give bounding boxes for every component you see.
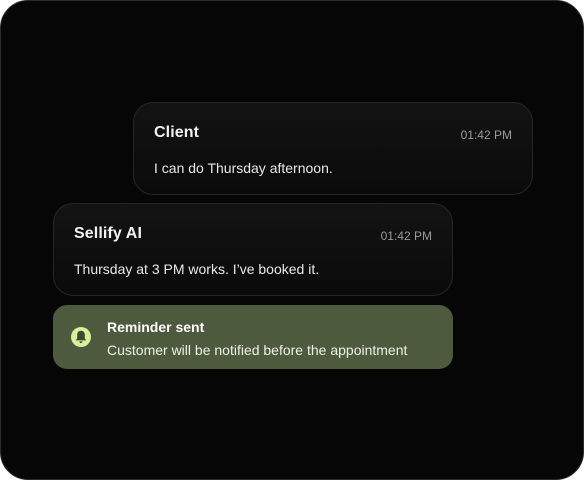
bell-icon	[71, 327, 91, 347]
message-timestamp: 01:42 PM	[460, 128, 512, 142]
reminder-notification: Reminder sent Customer will be notified …	[53, 305, 453, 369]
message-bubble-client: Client 01:42 PM I can do Thursday aftern…	[133, 102, 533, 195]
message-bubble-ai: Sellify AI 01:42 PM Thursday at 3 PM wor…	[53, 203, 453, 296]
message-sender: Sellify AI	[74, 225, 142, 242]
message-timestamp: 01:42 PM	[380, 229, 432, 243]
message-text: I can do Thursday afternoon.	[154, 160, 333, 176]
chat-panel: Client 01:42 PM I can do Thursday aftern…	[0, 0, 584, 480]
message-sender: Client	[154, 124, 200, 141]
notification-body: Customer will be notified before the app…	[107, 342, 408, 358]
message-text: Thursday at 3 PM works. I’ve booked it.	[74, 261, 320, 277]
notification-title: Reminder sent	[107, 319, 205, 335]
